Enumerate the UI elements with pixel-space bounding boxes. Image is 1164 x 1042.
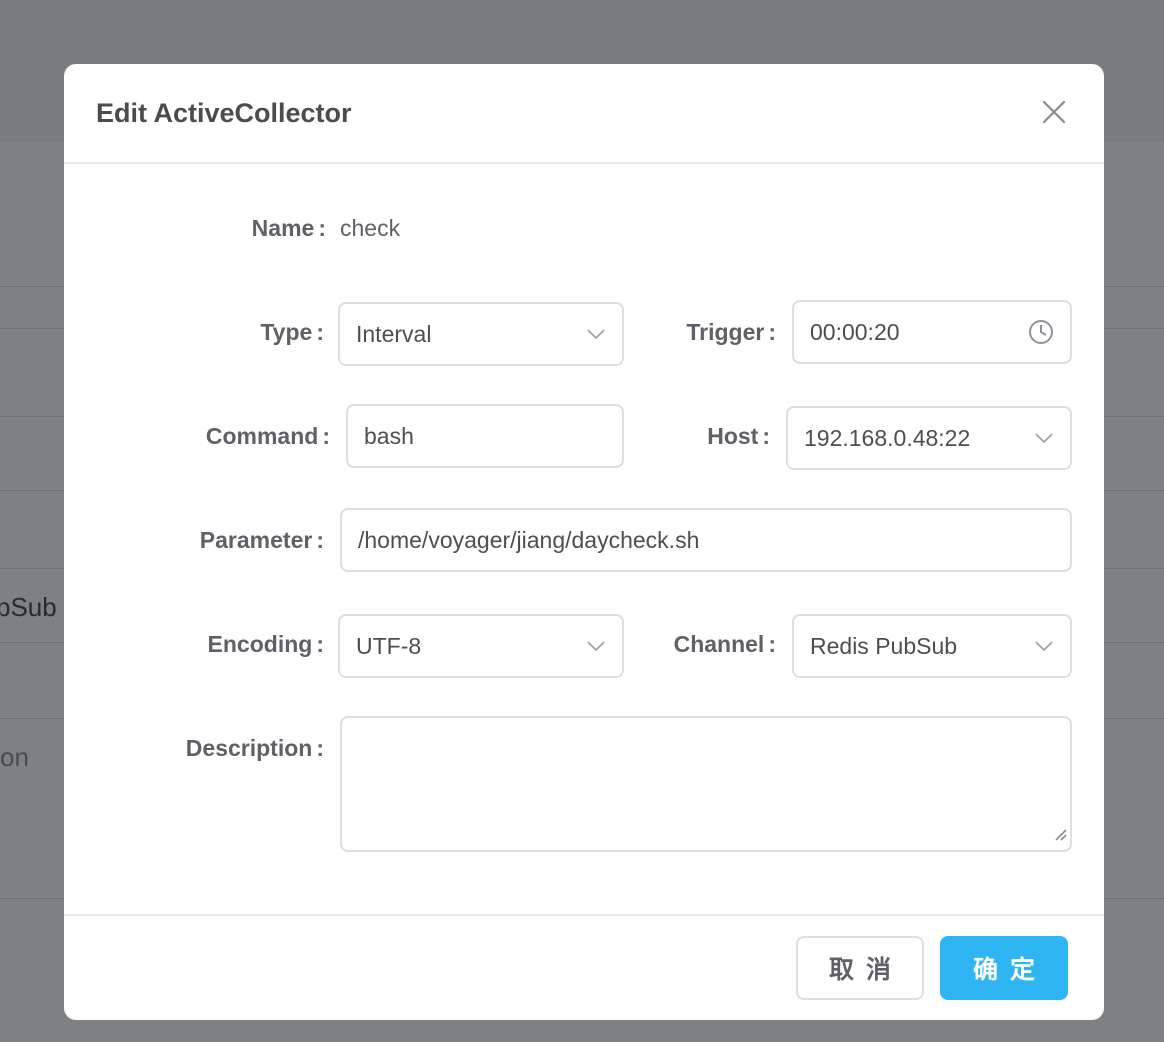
- confirm-button[interactable]: 确定: [940, 936, 1068, 1000]
- resize-grip-icon[interactable]: [1052, 821, 1068, 848]
- name-label: Name:: [251, 215, 326, 241]
- type-label: Type:: [260, 319, 324, 345]
- trigger-label: Trigger:: [686, 319, 776, 345]
- description-textarea[interactable]: [340, 716, 1072, 852]
- command-input[interactable]: bash: [346, 404, 624, 468]
- channel-label: Channel:: [673, 631, 776, 657]
- parameter-value: /home/voyager/jiang/daycheck.sh: [358, 526, 700, 553]
- parameter-label: Parameter:: [199, 527, 324, 553]
- host-select[interactable]: 192.168.0.48:22: [786, 406, 1072, 470]
- parameter-input[interactable]: /home/voyager/jiang/daycheck.sh: [340, 508, 1072, 572]
- host-label: Host:: [707, 423, 770, 449]
- chevron-down-icon: [1034, 432, 1054, 444]
- encoding-label: Encoding:: [207, 631, 324, 657]
- trigger-time-picker[interactable]: 00:00:20: [792, 300, 1072, 364]
- chevron-down-icon: [586, 328, 606, 340]
- close-button[interactable]: [1034, 92, 1074, 132]
- type-select-value: Interval: [356, 320, 432, 347]
- dialog-header: Edit ActiveCollector: [64, 64, 1104, 164]
- host-select-value: 192.168.0.48:22: [804, 424, 971, 451]
- encoding-select[interactable]: UTF-8: [338, 614, 624, 678]
- description-label: Description:: [185, 735, 324, 761]
- background-cell-text: on: [0, 742, 29, 772]
- encoding-select-value: UTF-8: [356, 632, 422, 659]
- command-label: Command:: [205, 423, 330, 449]
- chevron-down-icon: [586, 640, 606, 652]
- background-cell-text: bSub: [0, 592, 57, 622]
- type-select[interactable]: Interval: [338, 302, 624, 366]
- channel-select[interactable]: Redis PubSub: [792, 614, 1072, 678]
- edit-dialog: Edit ActiveCollector Name: check Type: I…: [64, 64, 1104, 1020]
- cancel-button[interactable]: 取消: [796, 936, 924, 1000]
- name-value: check: [340, 215, 401, 241]
- command-value: bash: [364, 422, 414, 449]
- chevron-down-icon: [1034, 640, 1054, 652]
- close-icon: [1042, 100, 1066, 124]
- trigger-value: 00:00:20: [810, 318, 900, 345]
- channel-select-value: Redis PubSub: [810, 632, 958, 659]
- footer-divider: [64, 914, 1104, 916]
- dialog-title: Edit ActiveCollector: [96, 98, 352, 128]
- clock-icon: [1028, 319, 1054, 345]
